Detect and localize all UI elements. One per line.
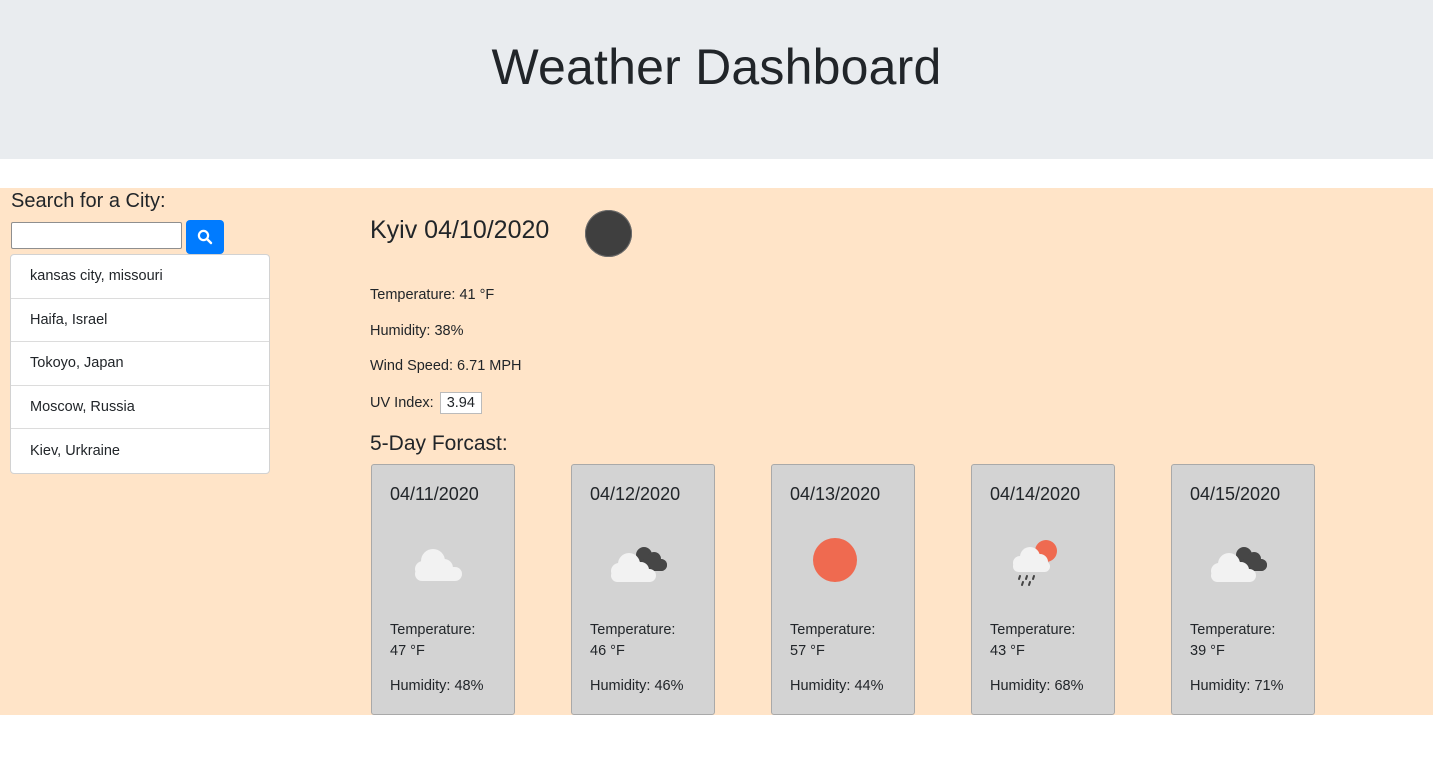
search-input[interactable] bbox=[11, 222, 182, 249]
forecast-temp: 47 °F bbox=[390, 643, 425, 659]
forecast-temp-label: Temperature: bbox=[390, 622, 476, 638]
history-item[interactable]: Kiev, Urkraine bbox=[11, 429, 269, 473]
current-uv-row: UV Index: 3.94 bbox=[370, 392, 482, 414]
sun-rain-cloud-icon bbox=[1013, 540, 1057, 586]
broken-clouds-icon bbox=[611, 547, 667, 582]
current-humidity: Humidity: 38% bbox=[370, 323, 464, 339]
history-item[interactable]: Moscow, Russia bbox=[11, 386, 269, 430]
history-item[interactable]: Tokoyo, Japan bbox=[11, 342, 269, 386]
sun-icon bbox=[813, 538, 857, 582]
forecast-temp-label: Temperature: bbox=[790, 622, 876, 638]
search-history-list: kansas city, missouri Haifa, Israel Toko… bbox=[10, 254, 270, 474]
forecast-card: 04/12/2020 Temperature: 46 °F Humidity: … bbox=[571, 464, 715, 715]
forecast-temp: 46 °F bbox=[590, 643, 625, 659]
page-title: Weather Dashboard bbox=[491, 38, 942, 95]
forecast-date: 04/15/2020 bbox=[1190, 484, 1281, 504]
forecast-temp: 57 °F bbox=[790, 643, 825, 659]
uv-label: UV Index: bbox=[370, 395, 434, 411]
broken-clouds-icon bbox=[1211, 547, 1267, 582]
current-temperature: Temperature: 41 °F bbox=[370, 287, 495, 303]
forecast-temp: 43 °F bbox=[990, 643, 1025, 659]
forecast-temp-label: Temperature: bbox=[590, 622, 676, 638]
forecast-temp-label: Temperature: bbox=[990, 622, 1076, 638]
cloud-icon bbox=[415, 549, 462, 581]
current-wind-speed: Wind Speed: 6.71 MPH bbox=[370, 358, 522, 374]
main-section: Search for a City: kansas city, missouri… bbox=[0, 188, 1433, 715]
search-icon bbox=[197, 229, 213, 245]
moon-night-icon bbox=[585, 210, 632, 257]
history-item[interactable]: kansas city, missouri bbox=[11, 255, 269, 299]
forecast-card: 04/13/2020 Temperature: 57 °F Humidity: … bbox=[771, 464, 915, 715]
search-label: Search for a City: bbox=[11, 190, 166, 212]
history-item[interactable]: Haifa, Israel bbox=[11, 299, 269, 343]
forecast-card: 04/15/2020 Temperature: 39 °F Humidity: … bbox=[1171, 464, 1315, 715]
forecast-card: 04/14/2020 Temperature: 43 °F Humidity: … bbox=[971, 464, 1115, 715]
forecast-title: 5-Day Forcast: bbox=[370, 432, 508, 455]
forecast-humidity: Humidity: 68% bbox=[990, 678, 1084, 694]
current-city-title: Kyiv 04/10/2020 bbox=[370, 216, 550, 244]
forecast-humidity: Humidity: 46% bbox=[590, 678, 684, 694]
header: Weather Dashboard bbox=[0, 0, 1433, 159]
forecast-card: 04/11/2020 Temperature: 47 °F Humidity: … bbox=[371, 464, 515, 715]
forecast-humidity: Humidity: 71% bbox=[1190, 678, 1284, 694]
forecast-humidity: Humidity: 44% bbox=[790, 678, 884, 694]
forecast-temp-label: Temperature: bbox=[1190, 622, 1276, 638]
uv-index-badge: 3.94 bbox=[439, 392, 482, 414]
forecast-date: 04/11/2020 bbox=[390, 484, 479, 504]
forecast-date: 04/14/2020 bbox=[990, 484, 1081, 504]
forecast-date: 04/13/2020 bbox=[790, 484, 881, 504]
forecast-date: 04/12/2020 bbox=[590, 484, 681, 504]
forecast-temp: 39 °F bbox=[1190, 643, 1225, 659]
forecast-humidity: Humidity: 48% bbox=[390, 678, 484, 694]
search-button[interactable] bbox=[186, 220, 224, 254]
